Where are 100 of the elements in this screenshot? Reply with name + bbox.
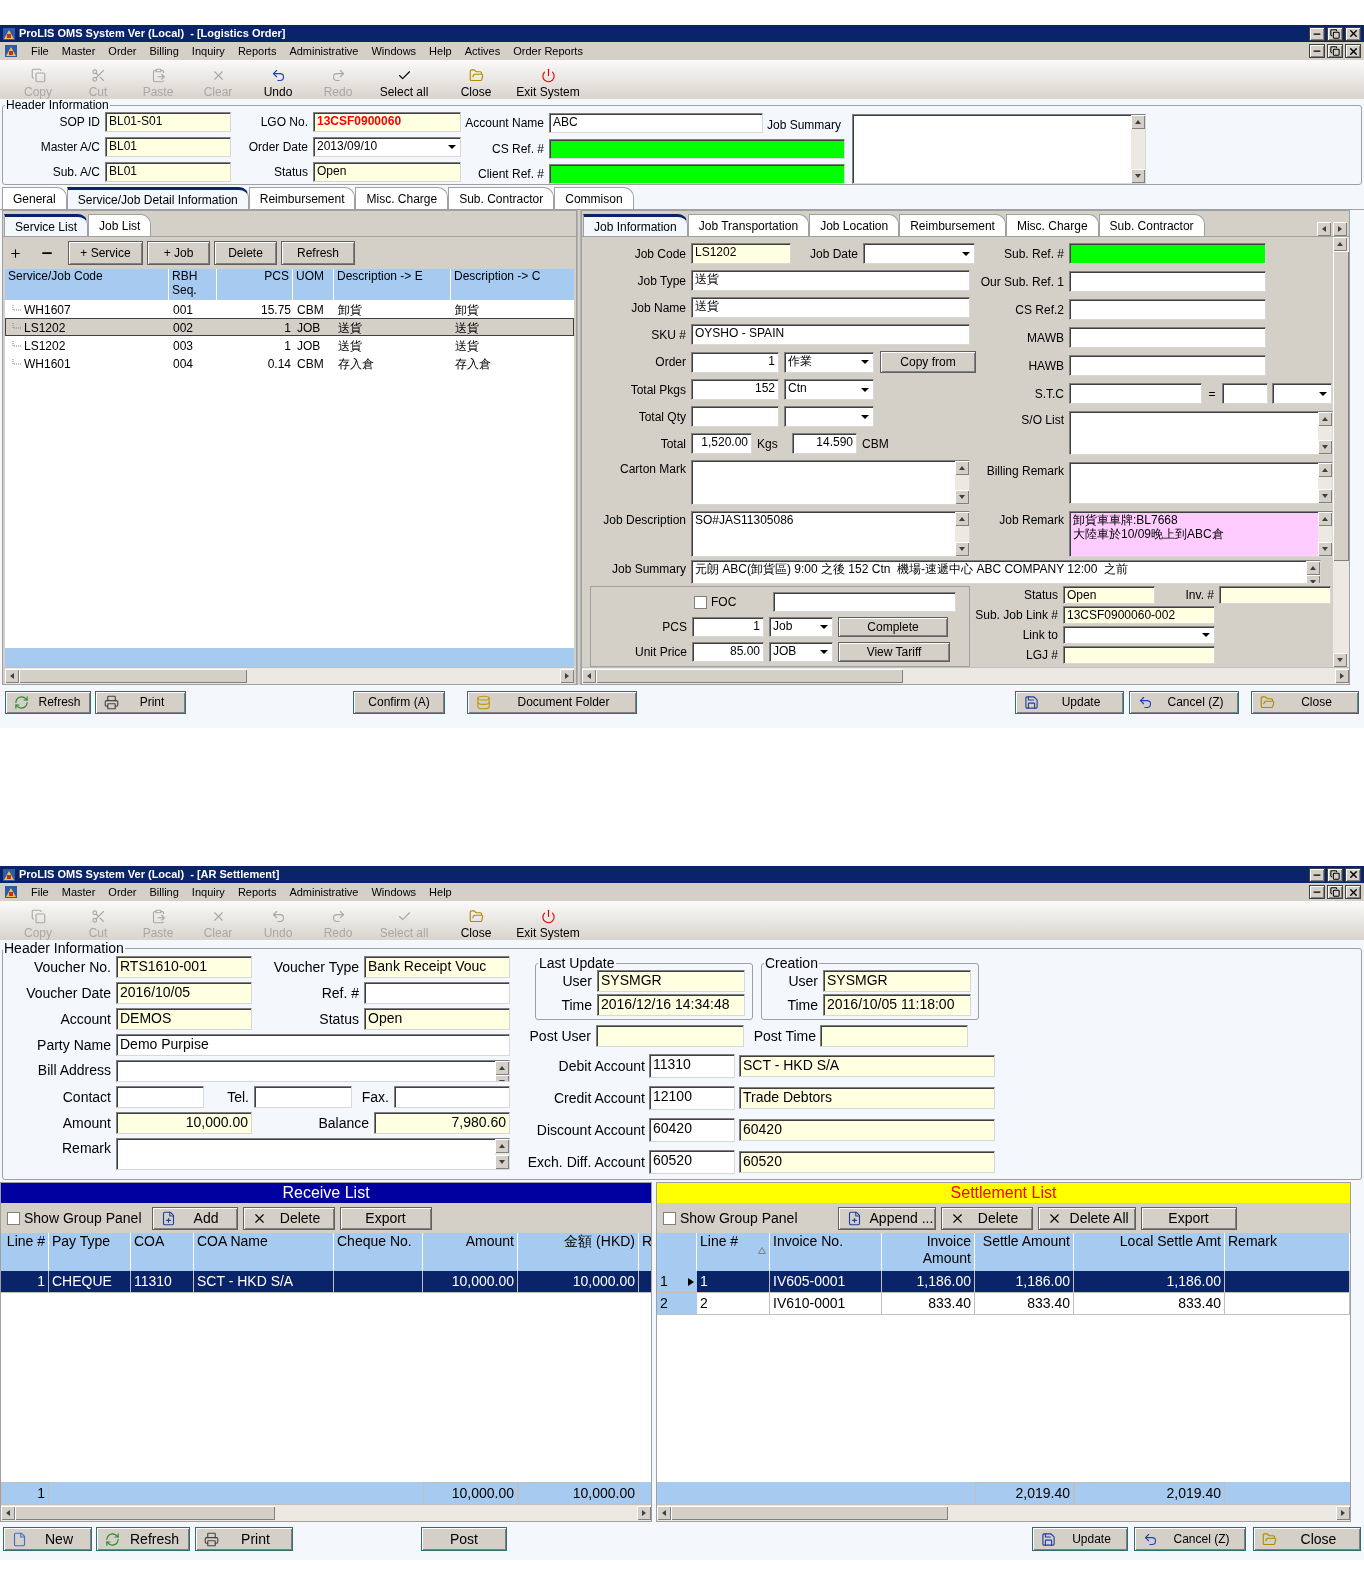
scroll-right-icon[interactable] — [1339, 1509, 1347, 1517]
text-field[interactable] — [364, 982, 510, 1004]
row-indicator[interactable]: 2 — [657, 1293, 697, 1314]
menu-item[interactable]: Reports — [237, 883, 277, 901]
text-field[interactable] — [549, 164, 845, 184]
menu-item[interactable]: Inquiry — [191, 883, 225, 901]
text-field[interactable]: BL01-S01 — [105, 112, 231, 132]
number-field[interactable]: 1 — [691, 351, 779, 373]
menu-item[interactable]: Actives — [464, 42, 501, 60]
toolbar-button[interactable]: Close — [440, 68, 512, 99]
close-button[interactable] — [1345, 885, 1361, 899]
text-field[interactable]: Bank Receipt Vouc — [364, 956, 510, 978]
append-button[interactable]: Append ... — [837, 1206, 936, 1230]
memo-field[interactable]: 卸貨車車牌:BL7668 大陸車於10/09晚上到ABC倉 — [1069, 511, 1333, 557]
tab[interactable]: Reimbursement — [899, 214, 1006, 236]
text-field[interactable]: 60520 — [739, 1151, 995, 1173]
scroll-up-icon[interactable] — [1321, 415, 1329, 423]
number-field[interactable]: 10,000.00 — [116, 1112, 252, 1134]
close-button[interactable] — [1345, 44, 1361, 58]
text-field[interactable]: Trade Debtors — [739, 1087, 995, 1109]
text-field[interactable] — [1069, 355, 1266, 376]
text-field[interactable]: 13CSF0900060 — [313, 112, 461, 132]
menu-item[interactable]: Administrative — [289, 883, 359, 901]
menu-item[interactable]: Inquiry — [191, 42, 225, 60]
print-button[interactable]: Print — [95, 690, 186, 714]
text-field[interactable]: 13CSF0900060-002 — [1063, 606, 1215, 624]
delete-button[interactable]: Delete — [214, 241, 277, 265]
scroll-down-icon[interactable] — [958, 545, 966, 553]
scroll-thumb[interactable] — [671, 1506, 949, 1520]
text-field[interactable] — [549, 139, 845, 159]
toolbar-button[interactable]: Exit System — [512, 68, 584, 99]
column-header[interactable]: RBH Seq. — [169, 269, 217, 300]
text-field[interactable]: RTS1610-001 — [116, 956, 252, 978]
menu-item[interactable]: Help — [429, 42, 452, 60]
scroll-up-icon[interactable] — [1134, 118, 1142, 126]
text-field[interactable]: 60420 — [739, 1119, 995, 1141]
menu-item[interactable]: Administrative — [289, 42, 359, 60]
text-field[interactable] — [1069, 271, 1266, 292]
toolbar-button[interactable]: Close — [440, 909, 512, 940]
text-field[interactable]: 2016/12/16 14:34:48 — [597, 994, 745, 1016]
scroll-up-icon[interactable] — [1321, 515, 1329, 523]
restore-button[interactable] — [1327, 867, 1343, 882]
text-field[interactable]: 2016/10/05 11:18:00 — [823, 994, 971, 1016]
memo-field[interactable] — [1069, 462, 1333, 504]
column-header[interactable]: Service/Job Code — [5, 269, 169, 300]
tab[interactable]: Reimbursement — [248, 187, 356, 209]
text-field[interactable] — [1219, 586, 1331, 604]
restore-button[interactable] — [1327, 44, 1343, 58]
scroll-thumb[interactable] — [1333, 251, 1349, 561]
minimize-button[interactable] — [1309, 885, 1325, 899]
memo-field[interactable] — [1069, 411, 1333, 455]
dropdown-field[interactable]: Job — [769, 617, 833, 637]
view-tariff-button[interactable]: View Tariff — [838, 642, 950, 662]
scroll-right-icon[interactable] — [1338, 672, 1346, 680]
tab[interactable]: Service/Job Detail Information — [66, 187, 249, 209]
copy-from-button[interactable]: Copy from — [880, 351, 976, 373]
scroll-thumb[interactable] — [596, 669, 903, 683]
minimize-button[interactable] — [1309, 867, 1325, 882]
text-field[interactable]: Open — [313, 162, 461, 182]
scroll-left-icon[interactable] — [4, 1509, 12, 1517]
memo-field[interactable] — [852, 114, 1146, 184]
tab[interactable]: Job List — [88, 214, 152, 236]
text-field[interactable]: BL01 — [105, 137, 231, 157]
text-field[interactable]: 送貨 — [691, 270, 970, 291]
scroll-right-icon[interactable] — [563, 672, 571, 680]
menu-item[interactable]: Order — [108, 42, 137, 60]
add-job-button[interactable]: + Job — [147, 241, 210, 265]
scroll-up-icon[interactable] — [498, 1142, 506, 1150]
text-field[interactable] — [1069, 327, 1266, 348]
text-field[interactable] — [1069, 299, 1266, 320]
scroll-down-icon[interactable] — [1321, 443, 1329, 451]
text-field[interactable] — [1069, 243, 1266, 264]
number-field[interactable]: 1,520.00 — [691, 433, 752, 454]
tab[interactable]: Job Information — [583, 214, 688, 236]
delete-button[interactable]: Delete — [242, 1206, 335, 1230]
scroll-down-icon[interactable] — [498, 1158, 506, 1166]
update-button[interactable]: Update — [1032, 1527, 1128, 1551]
minimize-button[interactable] — [1309, 26, 1325, 41]
text-field[interactable] — [254, 1086, 352, 1108]
table-row[interactable]: WH1601 004 0.14 CBM 存入倉 存入倉 — [5, 354, 574, 372]
text-field[interactable]: 11310 — [649, 1054, 735, 1078]
menu-item[interactable]: Help — [429, 883, 452, 901]
export-button[interactable]: Export — [1140, 1206, 1237, 1230]
checkbox[interactable] — [694, 595, 707, 609]
toolbar-button[interactable]: Exit System — [512, 909, 584, 940]
menu-item[interactable]: Billing — [149, 883, 179, 901]
memo-field[interactable]: 元朗 ABC(卸貨區) 9:00 之後 152 Ctn 機場-速遞中心 ABC COMPANY 12:00 之前 — [691, 560, 1321, 584]
cancel-button[interactable]: Cancel (Z) — [1134, 1527, 1246, 1551]
column-header[interactable]: UOM — [293, 269, 334, 300]
scroll-down-icon[interactable] — [1321, 492, 1329, 500]
refresh-button[interactable]: Refresh — [281, 241, 355, 265]
dropdown-field[interactable]: 2013/09/10 — [313, 137, 461, 157]
menu-item[interactable]: Master — [61, 883, 96, 901]
toolbar-button[interactable]: Undo — [248, 68, 308, 99]
minimize-button[interactable] — [1309, 44, 1325, 58]
tab[interactable]: General — [2, 187, 67, 209]
text-field[interactable]: LS1202 — [691, 243, 791, 264]
tab[interactable]: Job Transportation — [687, 214, 810, 236]
memo-field[interactable] — [116, 1060, 510, 1082]
dropdown-field[interactable]: 作業 — [784, 351, 874, 373]
